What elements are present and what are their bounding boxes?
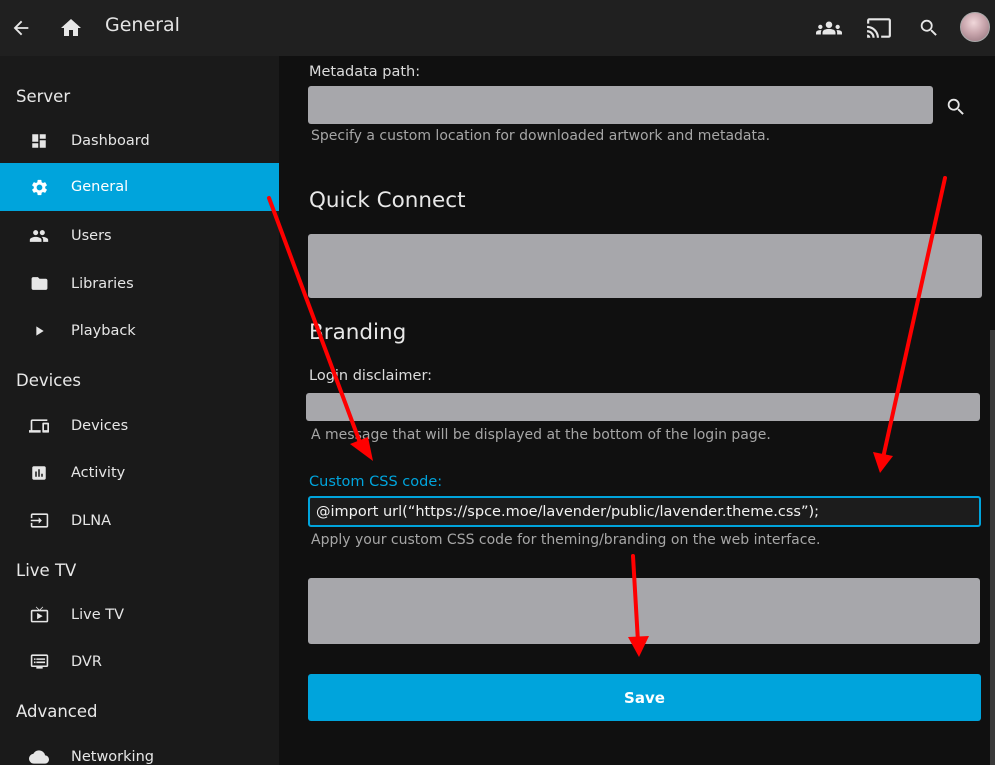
- custom-css-label: Custom CSS code:: [309, 474, 443, 490]
- sidebar-item-label: General: [71, 179, 129, 195]
- cast-icon: [867, 18, 891, 38]
- sidebar-item-label: Networking: [71, 748, 154, 765]
- quick-connect-block: [308, 234, 982, 298]
- login-disclaimer-label: Login disclaimer:: [309, 368, 433, 384]
- sidebar-item-users[interactable]: Users: [0, 212, 279, 259]
- sidebar-item-label: DLNA: [71, 512, 112, 529]
- dashboard-icon: [29, 131, 49, 151]
- login-disclaimer-input[interactable]: [306, 393, 980, 421]
- home-icon: [61, 19, 81, 36]
- activity-icon: [29, 463, 49, 483]
- sidebar-section-live-tv: Live TV: [16, 561, 77, 580]
- redacted-block: [308, 578, 980, 644]
- back-button[interactable]: [5, 12, 37, 44]
- app-header: General: [0, 0, 995, 56]
- cloud-icon: [29, 747, 49, 765]
- sidebar-item-label: Devices: [71, 417, 129, 434]
- sidebar-item-playback[interactable]: Playback: [0, 307, 279, 354]
- metadata-path-input[interactable]: [308, 86, 933, 124]
- sidebar-item-devices[interactable]: Devices: [0, 402, 279, 449]
- dlna-icon: [29, 511, 49, 531]
- scrollbar[interactable]: [990, 330, 995, 765]
- sidebar-item-label: Dashboard: [71, 132, 150, 149]
- live-tv-icon: [29, 605, 49, 625]
- folder-icon: [29, 274, 49, 294]
- search-icon: [920, 19, 937, 36]
- sidebar-item-dvr[interactable]: DVR: [0, 638, 279, 685]
- cast-button[interactable]: [863, 12, 895, 44]
- search-button[interactable]: [913, 12, 945, 44]
- sidebar-item-label: Users: [71, 227, 112, 244]
- quick-connect-heading: Quick Connect: [309, 188, 466, 213]
- metadata-path-browse-button[interactable]: [942, 93, 970, 121]
- sidebar-item-label: DVR: [71, 653, 102, 670]
- devices-icon: [29, 416, 49, 436]
- play-icon: [29, 321, 49, 341]
- metadata-path-help: Specify a custom location for downloaded…: [311, 128, 771, 144]
- home-button[interactable]: [55, 12, 87, 44]
- sidebar-item-dashboard[interactable]: Dashboard: [0, 117, 279, 164]
- sidebar-section-server: Server: [16, 87, 71, 106]
- save-button[interactable]: Save: [308, 674, 981, 721]
- dvr-icon: [29, 652, 49, 672]
- sidebar-item-live-tv[interactable]: Live TV: [0, 591, 279, 638]
- people-icon: [29, 226, 49, 246]
- user-avatar[interactable]: [960, 12, 990, 42]
- search-icon: [947, 98, 964, 115]
- sidebar-item-general[interactable]: General: [0, 163, 279, 211]
- branding-heading: Branding: [309, 320, 407, 345]
- sidebar-item-activity[interactable]: Activity: [0, 449, 279, 496]
- custom-css-input[interactable]: [308, 496, 981, 527]
- sidebar-item-networking[interactable]: Networking: [0, 733, 279, 765]
- settings-content: Metadata path: Specify a custom location…: [279, 56, 995, 765]
- back-arrow-icon: [13, 20, 29, 36]
- sidebar-item-label: Activity: [71, 464, 126, 481]
- sidebar-item-libraries[interactable]: Libraries: [0, 260, 279, 307]
- sidebar-item-dlna[interactable]: DLNA: [0, 497, 279, 544]
- custom-css-help: Apply your custom CSS code for theming/b…: [311, 532, 821, 548]
- gear-icon: [29, 177, 49, 197]
- page-title: General: [105, 14, 180, 36]
- sidebar-section-devices: Devices: [16, 371, 82, 390]
- sidebar: Server Dashboard General Users Libraries…: [0, 56, 279, 765]
- login-disclaimer-help: A message that will be displayed at the …: [311, 427, 771, 443]
- sidebar-item-label: Live TV: [71, 606, 124, 623]
- users-group-icon: [816, 21, 842, 35]
- sidebar-item-label: Libraries: [71, 275, 134, 292]
- sync-play-button[interactable]: [813, 12, 845, 44]
- sidebar-item-label: Playback: [71, 322, 136, 339]
- sidebar-section-advanced: Advanced: [16, 702, 98, 721]
- metadata-path-label: Metadata path:: [309, 64, 421, 80]
